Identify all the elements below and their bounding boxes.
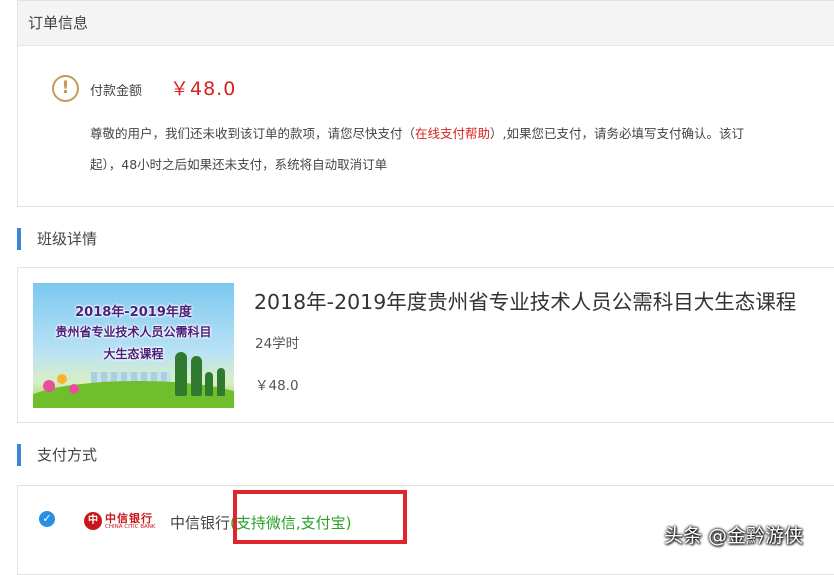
flower <box>43 380 55 392</box>
banner-line3: 大生态课程 <box>103 347 164 361</box>
family-figure <box>217 368 225 396</box>
notice-suffix: ）,如果您已支付，请务必填写支付确认。该订 <box>490 126 745 141</box>
grass-hill <box>33 381 234 408</box>
citic-bank-logo: 中 中信银行 CHINA CITIC BANK <box>84 510 164 534</box>
notice-line2: 起），48小时之后如果还未支付，系统将自动取消订单 <box>90 157 388 172</box>
citic-logo-icon: 中 <box>84 512 102 530</box>
exclamation-circle-icon: ! <box>52 75 79 102</box>
family-figure <box>191 356 202 396</box>
amount-value: ￥48.0 <box>170 78 237 100</box>
payment-notice: 尊敬的用户，我们还未收到该订单的款项，请您尽快支付（在线支付帮助）,如果您已支付… <box>90 118 834 180</box>
course-price: ￥48.0 <box>255 378 299 394</box>
amount-label: 付款金额 <box>90 84 143 99</box>
class-detail-section-title: 班级详情 <box>17 228 97 250</box>
check-circle-icon[interactable]: ✓ <box>39 511 55 527</box>
banner-line1: 2018年-2019年度 <box>75 305 192 320</box>
course-hours: 24学时 <box>255 336 300 352</box>
bank-logo-en: CHINA CITIC BANK <box>105 524 156 530</box>
watermark: 头条 @金黔游侠 <box>664 525 804 547</box>
course-banner-image: 2018年-2019年度 贵州省专业技术人员公需科目 大生态课程 <box>33 283 234 408</box>
order-info-header: 订单信息 <box>18 1 834 46</box>
family-figure <box>205 372 213 396</box>
banner-line2: 贵州省专业技术人员公需科目 <box>55 325 212 339</box>
flower <box>69 384 79 394</box>
bank-name: 中信银行 <box>170 514 231 532</box>
payment-method-section-title: 支付方式 <box>17 444 97 466</box>
online-payment-help-link[interactable]: 在线支付帮助 <box>415 126 490 141</box>
course-title[interactable]: 2018年-2019年度贵州省专业技术人员公需科目大生态课程 <box>254 285 796 315</box>
highlight-annotation-box <box>233 490 407 544</box>
class-detail-panel: 2018年-2019年度 贵州省专业技术人员公需科目 大生态课程 2018年-2… <box>17 267 834 423</box>
notice-prefix: 尊敬的用户，我们还未收到该订单的款项，请您尽快支付（ <box>90 126 416 141</box>
flower <box>57 374 67 384</box>
